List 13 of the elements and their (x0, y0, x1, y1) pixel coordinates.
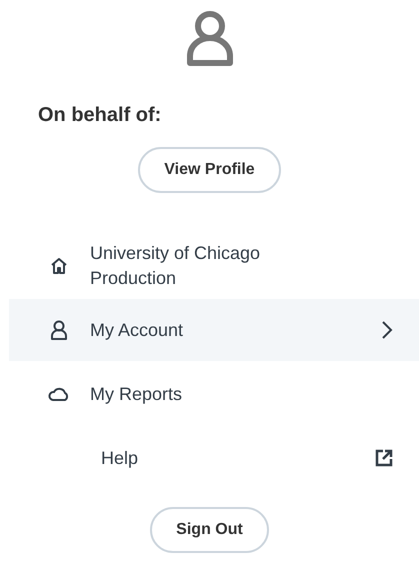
home-icon (50, 257, 68, 275)
external-link-icon (375, 449, 393, 467)
view-profile-button[interactable]: View Profile (138, 147, 281, 193)
menu-item[interactable]: University of Chicago Production (0, 235, 419, 297)
person-icon (50, 320, 68, 340)
chevron-right-icon (381, 320, 393, 340)
menu-item[interactable]: My Account (9, 299, 419, 361)
cloud-icon (48, 386, 70, 402)
menu-item[interactable]: Help (0, 427, 419, 489)
on-behalf-of-label: On behalf of: (38, 104, 162, 127)
sign-out-button[interactable]: Sign Out (150, 507, 269, 553)
user-avatar-icon (186, 10, 232, 66)
menu-item[interactable]: My Reports (0, 363, 419, 425)
